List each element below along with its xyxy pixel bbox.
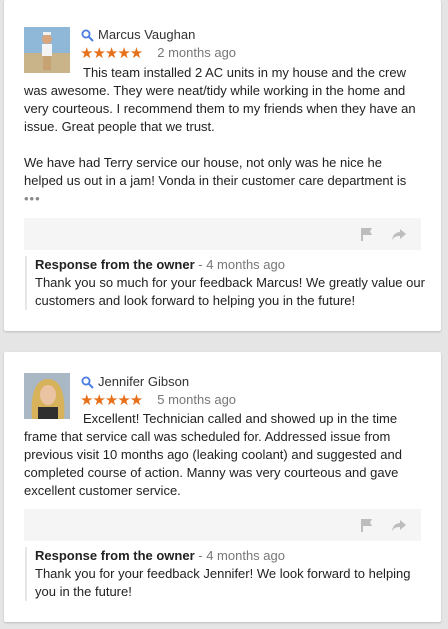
owner-response: Response from the owner - 4 months ago T…: [25, 547, 431, 601]
rating-row: ★★★★★ 2 months ago: [80, 45, 236, 61]
review-text: Excellent! Technician called and showed …: [24, 411, 406, 498]
share-icon[interactable]: [391, 226, 407, 242]
owner-response-separator: -: [194, 548, 207, 563]
more-button[interactable]: •••: [24, 191, 41, 206]
owner-response-heading: Response from the owner: [35, 548, 195, 563]
reviewer-name-row: Jennifer Gibson: [81, 374, 189, 390]
search-icon: [81, 29, 94, 42]
rating-row: ★★★★★ 5 months ago: [80, 392, 236, 408]
owner-response-heading: Response from the owner: [35, 257, 195, 272]
star-rating: ★★★★★: [80, 391, 143, 409]
flag-icon[interactable]: [359, 517, 375, 533]
review-date: 5 months ago: [157, 392, 237, 407]
owner-response-separator: -: [194, 257, 207, 272]
review-date: 2 months ago: [157, 45, 237, 60]
reviewer-name[interactable]: Marcus Vaughan: [98, 27, 195, 43]
review-action-bar: [24, 509, 421, 541]
owner-response-date: 4 months ago: [206, 257, 285, 272]
owner-response-header: Response from the owner - 4 months ago: [35, 256, 431, 274]
flag-icon[interactable]: [359, 226, 375, 242]
review-card: Marcus Vaughan ★★★★★ 2 months ago This t…: [4, 0, 441, 331]
review-card: Jennifer Gibson ★★★★★ 5 months ago Excel…: [4, 352, 441, 622]
search-icon: [81, 376, 94, 389]
star-rating: ★★★★★: [80, 44, 143, 62]
owner-response-text: Thank you for your feedback Jennifer! We…: [35, 566, 411, 599]
owner-response: Response from the owner - 4 months ago T…: [25, 256, 431, 310]
owner-response-date: 4 months ago: [206, 548, 285, 563]
owner-response-text: Thank you so much for your feedback Marc…: [35, 275, 425, 308]
review-action-bar: [24, 218, 421, 250]
share-icon[interactable]: [391, 517, 407, 533]
reviewer-name[interactable]: Jennifer Gibson: [98, 374, 189, 390]
reviewer-name-row: Marcus Vaughan: [81, 27, 195, 43]
owner-response-header: Response from the owner - 4 months ago: [35, 547, 431, 565]
review-text: This team installed 2 AC units in my hou…: [24, 65, 416, 206]
